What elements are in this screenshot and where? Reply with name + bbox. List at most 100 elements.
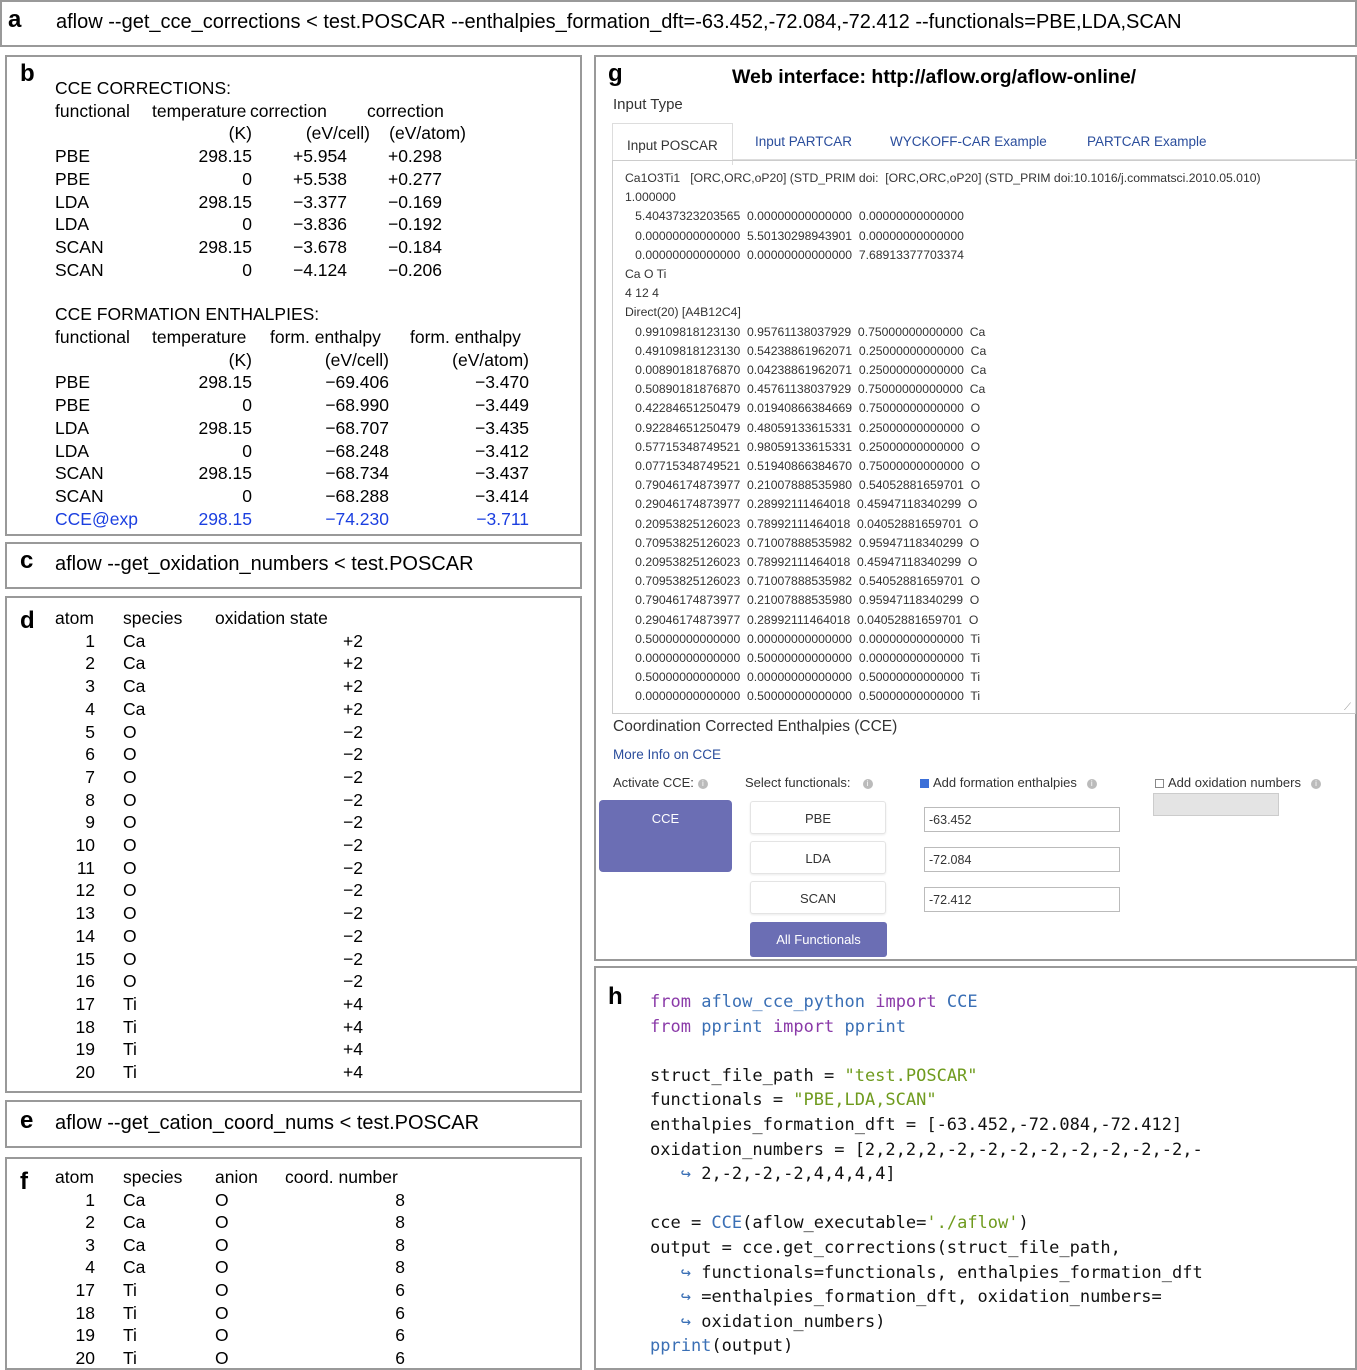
table-cell: −2 — [343, 880, 363, 901]
code-line: struct_file_path = "test.POSCAR" — [650, 1064, 1203, 1089]
info-icon[interactable]: i — [1086, 779, 1097, 789]
code-token: ↪ — [680, 1287, 691, 1308]
tab-wyckoff-example[interactable]: WYCKOFF-CAR Example — [890, 134, 1047, 149]
poscar-line: 0.29046174873977 0.28992111464018 0.0405… — [625, 612, 979, 627]
table-cell: −68.707 — [325, 417, 389, 438]
functional-button-scan[interactable]: SCAN — [750, 881, 886, 914]
all-functionals-button[interactable]: All Functionals — [750, 922, 887, 957]
table-cell: 6 — [395, 1279, 405, 1300]
table-row: LDA 0 −3.836 −0.192 — [55, 213, 540, 236]
poscar-textarea[interactable]: Ca1O3Ti1 [ORC,ORC,oP20] (STD_PRIM doi: [… — [612, 160, 1356, 714]
table-cell: 298.15 — [198, 191, 252, 212]
table-row: 2 Ca O 8 — [55, 1211, 425, 1234]
cce-activate-button[interactable]: CCE — [599, 800, 732, 872]
table-row: 10 O −2 — [55, 834, 363, 857]
table-cell: Ti — [123, 1347, 137, 1368]
table-cell: −2 — [343, 948, 363, 969]
table-cell: +0.277 — [387, 168, 442, 189]
more-info-link[interactable]: More Info on CCE — [613, 747, 721, 762]
table-cell: 8 — [395, 1234, 405, 1255]
code-token: pprint — [650, 1336, 712, 1357]
add-oxidation-checkbox[interactable] — [1155, 779, 1164, 788]
poscar-line: 0.50000000000000 0.00000000000000 0.5000… — [625, 670, 981, 685]
poscar-line: 0.07715348749521 0.51940866384670 0.7500… — [625, 459, 981, 474]
table-cell: 0 — [242, 214, 252, 235]
oxidation-numbers-input[interactable] — [1153, 793, 1279, 816]
table-cell: −68.990 — [325, 395, 389, 416]
tab-partcar-example[interactable]: PARTCAR Example — [1087, 134, 1207, 149]
table-cell: −3.836 — [292, 214, 347, 235]
panel-a-label: a — [8, 6, 22, 33]
table-cell: 0 — [242, 395, 252, 416]
functional-button-lda[interactable]: LDA — [750, 841, 886, 874]
code-token: output = cce.get_corrections(struct_file… — [650, 1237, 1121, 1258]
table-cell: O — [123, 903, 137, 924]
web-interface-title: Web interface: http://aflow.org/aflow-on… — [732, 66, 1137, 88]
cce-output-table: CCE CORRECTIONS: functional temperature cor… — [55, 77, 540, 530]
add-oxidation-option[interactable]: Add oxidation numbers i — [1155, 775, 1321, 790]
table-cell: 6 — [395, 1347, 405, 1368]
table-cell: 19 — [75, 1039, 95, 1060]
table-cell: 14 — [75, 925, 95, 946]
info-icon[interactable]: i — [1310, 779, 1321, 789]
panel-c-label: c — [20, 547, 34, 574]
table-row: atom species anion coord. number — [55, 1166, 425, 1189]
table-cell: Ca — [123, 1234, 146, 1255]
table-cell: −4.124 — [292, 259, 347, 280]
info-icon[interactable]: i — [697, 779, 708, 789]
poscar-line: 0.79046174873977 0.21007888535980 0.9594… — [625, 593, 980, 608]
table-cell: SCAN — [55, 485, 104, 506]
panel-d-label: d — [20, 607, 35, 634]
table-row: 8 O −2 — [55, 789, 363, 812]
table-cell: +4 — [343, 1039, 363, 1060]
table-cell: (K) — [228, 123, 252, 144]
table-row: 7 O −2 — [55, 766, 363, 789]
activate-cce-label: Activate CCE: i — [613, 775, 708, 790]
code-token: ↪ — [680, 1311, 691, 1332]
add-formation-checkbox[interactable] — [920, 779, 929, 788]
oxidation-table: atom species oxidation state 1 Ca +2 2 Ca +2 3 Ca +… — [55, 607, 363, 1084]
table-cell: 15 — [75, 948, 95, 969]
table-cell: (K) — [228, 349, 252, 370]
table-cell: O — [123, 766, 137, 787]
table-cell: LDA — [55, 440, 90, 461]
table-cell: +4 — [343, 993, 363, 1014]
poscar-line: 4 12 4 — [625, 286, 659, 301]
tab-input-poscar[interactable]: Input POSCAR — [612, 123, 733, 165]
table-cell: PBE — [55, 395, 91, 416]
table-cell: −2 — [343, 971, 363, 992]
poscar-line: 0.00000000000000 5.50130298943901 0.0000… — [625, 228, 964, 243]
code-token: oxidation_numbers = [2,2,2,2,-2,-2,-2,-2… — [650, 1139, 1203, 1160]
input-type-label: Input Type — [613, 96, 683, 113]
table-cell: O — [215, 1302, 229, 1323]
table-cell: 12 — [75, 880, 95, 901]
table-cell: LDA — [55, 214, 90, 235]
table-cell: −3.412 — [474, 440, 529, 461]
info-icon[interactable]: i — [862, 779, 873, 789]
table-row: 17 Ti O 6 — [55, 1279, 425, 1302]
code-token: ) — [1018, 1213, 1029, 1234]
table-cell: +0.298 — [387, 146, 442, 167]
table-row: 4 Ca +2 — [55, 698, 363, 721]
enthalpy-input-scan[interactable]: -72.412 — [924, 887, 1120, 912]
add-formation-option[interactable]: Add formation enthalpies i — [920, 775, 1097, 790]
table-cell: −3.435 — [474, 417, 529, 438]
enthalpy-input-lda[interactable]: -72.084 — [924, 847, 1120, 872]
enthalpy-input-pbe[interactable]: -63.452 — [924, 807, 1120, 832]
table-row: 6 O −2 — [55, 743, 363, 766]
code-token: enthalpies_formation_dft = [-63.452,-72.… — [650, 1114, 1183, 1135]
tab-input-partcar[interactable]: Input PARTCAR — [755, 134, 852, 149]
table-cell: −0.169 — [387, 191, 442, 212]
table-cell: +2 — [343, 676, 363, 697]
functional-button-pbe[interactable]: PBE — [750, 801, 886, 834]
code-token: "PBE,LDA,SCAN" — [793, 1090, 937, 1111]
table-cell: O — [215, 1325, 229, 1346]
table-cell: 298.15 — [198, 508, 252, 529]
table-row: 20 Ti O 6 — [55, 1347, 425, 1370]
table-row: SCAN 298.15 −68.734 −3.437 — [55, 462, 540, 485]
table-cell: +4 — [343, 1062, 363, 1083]
table-row: 9 O −2 — [55, 811, 363, 834]
table-cell: (eV/cell) — [305, 123, 370, 144]
resize-handle-icon[interactable]: ⟋ — [1344, 702, 1351, 713]
